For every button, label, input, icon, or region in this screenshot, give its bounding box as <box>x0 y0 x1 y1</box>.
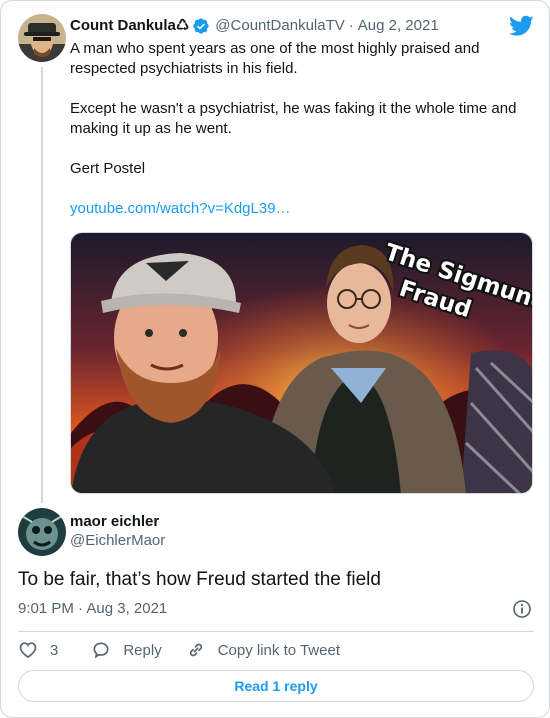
reply-author-handle[interactable]: @EichlerMaor <box>70 531 165 551</box>
tweet-paragraph: Except he wasn't a psychiatrist, he was … <box>70 100 517 137</box>
like-button[interactable]: 3 <box>18 640 58 660</box>
author-handle[interactable]: @CountDankulaTV <box>215 16 344 36</box>
tweet-paragraph: A man who spent years as one of the most… <box>70 40 480 77</box>
reply-text: To be fair, that’s how Freud started the… <box>18 569 381 590</box>
separator-dot: · <box>348 17 354 34</box>
tweet-paragraph: Gert Postel <box>70 160 146 177</box>
reply-timestamp[interactable]: 9:01 PM · Aug 3, 2021 <box>18 599 167 619</box>
embedded-tweet-card: Count Dankula♺ @CountDankulaTV · Aug 2, … <box>0 0 550 718</box>
thread-connector-line <box>41 67 43 503</box>
tweet-text: A man who spent years as one of the most… <box>70 39 520 219</box>
tweet-header: Count Dankula♺ @CountDankulaTV · Aug 2, … <box>70 16 439 36</box>
action-bar: 3 Reply Copy link to Tweet <box>18 639 340 661</box>
copy-link-button[interactable]: Copy link to Tweet <box>186 640 340 660</box>
reply-author-name[interactable]: maor eichler <box>70 512 159 532</box>
like-count: 3 <box>50 641 59 659</box>
reply-button[interactable]: Reply <box>91 640 162 660</box>
tweet-date[interactable]: Aug 2, 2021 <box>358 16 439 36</box>
read-replies-button[interactable]: Read 1 reply <box>18 670 534 702</box>
divider <box>18 631 534 632</box>
link-icon <box>189 643 202 657</box>
reply-label: Reply <box>123 641 162 659</box>
author-avatar[interactable] <box>18 14 66 62</box>
video-thumbnail[interactable]: The Sigmund Fraud <box>70 232 533 494</box>
youtube-link[interactable]: youtube.com/watch?v=KdgL39… <box>70 199 520 219</box>
author-name[interactable]: Count Dankula♺ <box>70 16 189 36</box>
verified-badge-icon <box>192 17 210 35</box>
reply-author-avatar[interactable] <box>18 508 66 556</box>
info-icon[interactable] <box>512 599 532 619</box>
twitter-bird-icon[interactable] <box>509 15 534 37</box>
copy-link-label: Copy link to Tweet <box>217 641 340 659</box>
heart-icon <box>19 642 37 659</box>
speech-bubble-icon <box>93 642 109 659</box>
